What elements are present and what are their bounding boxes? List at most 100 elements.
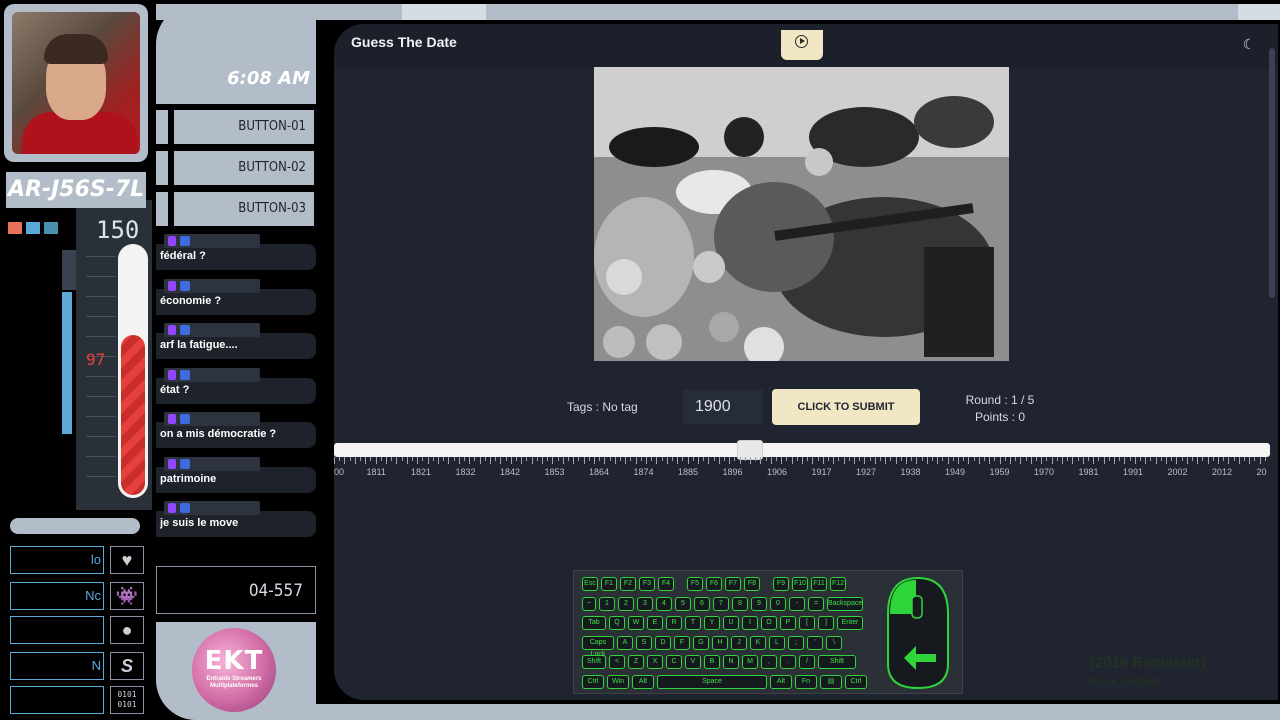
ruler-tick bbox=[630, 457, 632, 461]
ruler-tick bbox=[750, 457, 751, 464]
ruler-tick bbox=[1114, 457, 1115, 464]
ruler-tick bbox=[874, 457, 876, 464]
ruler-tick bbox=[521, 457, 523, 464]
badge-icon bbox=[180, 236, 190, 246]
ruler-tick bbox=[391, 457, 393, 461]
ruler-tick bbox=[713, 457, 715, 461]
key: F7 bbox=[725, 577, 741, 591]
key: 8 bbox=[732, 596, 748, 611]
key: F9 bbox=[773, 577, 789, 591]
ruler-tick bbox=[484, 457, 486, 461]
ruler-tick bbox=[932, 457, 933, 461]
ruler-label: 1842 bbox=[500, 467, 521, 477]
lcars-button-01[interactable]: BUTTON-01 bbox=[174, 110, 314, 144]
moon-icon[interactable]: ☾ bbox=[1239, 34, 1259, 54]
ruler-tick bbox=[1212, 457, 1214, 461]
ruler-tick bbox=[547, 457, 549, 461]
points-label: Points : 0 bbox=[974, 410, 1026, 424]
ruler-tick bbox=[900, 457, 902, 461]
lcars-button-02[interactable]: BUTTON-02 bbox=[174, 151, 314, 185]
ruler-tick bbox=[360, 457, 361, 461]
ruler-tick bbox=[588, 457, 590, 461]
ruler-label: 1906 bbox=[767, 467, 788, 477]
ruler-tick bbox=[438, 457, 439, 464]
ruler-tick bbox=[854, 457, 855, 464]
ruler-tick bbox=[1103, 457, 1105, 464]
ruler-tick bbox=[978, 457, 980, 464]
ruler-tick bbox=[1259, 457, 1261, 464]
ekt-logo-subtext: Entraide Streamers Multiplateformes bbox=[206, 676, 262, 689]
key: D bbox=[655, 635, 671, 650]
code-display: 04-557 bbox=[156, 566, 316, 614]
twitch-icon bbox=[168, 503, 176, 513]
ruler-tick bbox=[448, 457, 450, 464]
ruler-tick bbox=[729, 457, 731, 464]
ruler-tick bbox=[427, 457, 429, 464]
ruler-tick bbox=[1254, 457, 1256, 461]
ruler-label: 1896 bbox=[722, 467, 743, 477]
round-label: Round : 1 / 5 bbox=[965, 393, 1035, 407]
chat-username bbox=[164, 456, 260, 471]
ruler-tick bbox=[994, 457, 996, 461]
ruler-tick bbox=[1010, 457, 1011, 464]
key: 4 bbox=[656, 596, 672, 611]
ruler-tick bbox=[562, 457, 564, 464]
ruler-tick bbox=[724, 457, 725, 461]
ruler-tick bbox=[952, 457, 954, 461]
submit-button[interactable]: CLICK TO SUBMIT bbox=[772, 389, 920, 425]
ruler-tick bbox=[1082, 457, 1084, 464]
ruler-tick bbox=[838, 457, 840, 461]
ruler-tick bbox=[1155, 457, 1157, 464]
ruler-tick bbox=[1207, 457, 1209, 464]
ruler-tick bbox=[984, 457, 985, 461]
key: Z bbox=[628, 655, 644, 669]
key: ; bbox=[788, 635, 804, 650]
ruler-tick bbox=[906, 457, 907, 464]
ruler-tick bbox=[698, 457, 699, 464]
ruler-tick bbox=[349, 457, 351, 461]
ruler-tick bbox=[635, 457, 637, 464]
key: Ctrl bbox=[582, 674, 604, 689]
play-button[interactable] bbox=[781, 30, 823, 60]
ruler-label: 1864 bbox=[589, 467, 610, 477]
chat-message-text: je suis le move bbox=[160, 517, 239, 529]
ruler-tick bbox=[1244, 457, 1245, 461]
chat-message-text: fédéral ? bbox=[160, 250, 206, 262]
ruler-tick bbox=[516, 457, 517, 461]
ruler-tick bbox=[718, 457, 720, 464]
key: Y bbox=[704, 616, 720, 630]
ruler-tick bbox=[1004, 457, 1006, 461]
lcars-button-03[interactable]: BUTTON-03 bbox=[174, 192, 314, 226]
key: I bbox=[742, 616, 758, 630]
heart-icon: ♥ bbox=[110, 546, 144, 574]
key: 1 bbox=[599, 596, 615, 611]
ruler-tick bbox=[1160, 457, 1162, 461]
year-input[interactable] bbox=[683, 390, 763, 424]
ruler-tick bbox=[885, 457, 887, 464]
badge-icon bbox=[180, 414, 190, 424]
scrollbar[interactable] bbox=[1269, 48, 1275, 298]
left-vertical-frame bbox=[62, 250, 76, 290]
ekt-logo-text: EKT bbox=[204, 646, 264, 676]
ruler-tick bbox=[526, 457, 528, 461]
chat-username bbox=[164, 234, 260, 248]
key: F11 bbox=[811, 577, 827, 591]
photo-image bbox=[594, 67, 1009, 361]
ruler-tick bbox=[1264, 457, 1266, 461]
ruler-tick bbox=[776, 457, 777, 461]
ruler-label: 1991 bbox=[1123, 467, 1144, 477]
ruler-tick bbox=[1150, 457, 1152, 461]
year-slider-track[interactable] bbox=[334, 443, 1270, 457]
ruler-tick bbox=[744, 457, 746, 461]
key: 7 bbox=[713, 596, 729, 611]
key: Shift bbox=[582, 655, 606, 669]
coin-icon: ● bbox=[110, 616, 144, 644]
ruler-tick bbox=[999, 457, 1001, 464]
key: F2 bbox=[620, 577, 636, 591]
ruler-label: 1811 bbox=[366, 467, 386, 477]
ruler-tick bbox=[1145, 457, 1147, 464]
key: Esc bbox=[582, 577, 598, 591]
ruler-tick bbox=[1072, 457, 1074, 464]
ruler-tick bbox=[1030, 457, 1032, 464]
key: ▤ bbox=[820, 674, 842, 689]
